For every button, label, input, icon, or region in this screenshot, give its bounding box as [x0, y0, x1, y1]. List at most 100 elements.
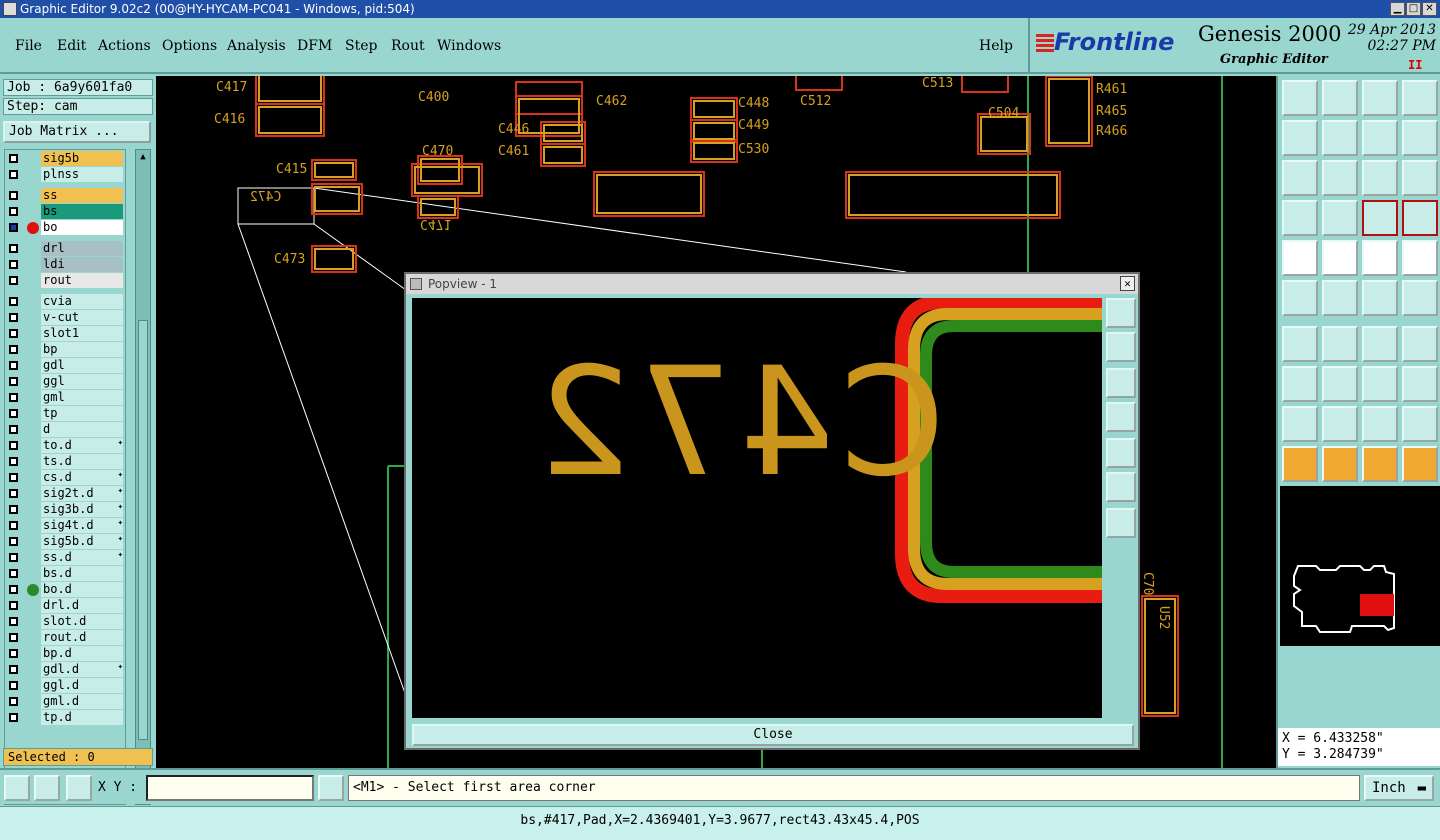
popview-pan-left-icon[interactable] — [1106, 402, 1136, 432]
zoom-area-icon[interactable] — [4, 775, 30, 801]
home-down-icon[interactable] — [1322, 80, 1358, 116]
ruler-icon[interactable] — [1362, 240, 1398, 276]
layer-checkbox[interactable] — [9, 170, 18, 179]
layer-row-gml.d[interactable]: gml.d — [5, 694, 125, 709]
zoom-center-icon[interactable] — [1322, 160, 1358, 196]
layer-row-drl.d[interactable]: drl.d — [5, 598, 125, 613]
menu-file[interactable]: File — [15, 38, 42, 54]
pointer-b-icon[interactable] — [1362, 446, 1398, 482]
layer-checkbox[interactable] — [9, 553, 18, 562]
layer-row-v-cut[interactable]: v-cut — [5, 310, 125, 325]
layer-checkbox[interactable] — [9, 276, 18, 285]
zoom-fit-icon[interactable] — [1282, 160, 1318, 196]
popview-pan-right-icon[interactable] — [1106, 438, 1136, 468]
layer-checkbox[interactable] — [9, 329, 18, 338]
menu-actions[interactable]: Actions — [98, 38, 151, 54]
pointer-box-icon[interactable] — [1322, 446, 1358, 482]
layer-checkbox[interactable] — [9, 457, 18, 466]
pointer-icon[interactable] — [1282, 446, 1318, 482]
pan-right-icon[interactable] — [1322, 120, 1358, 156]
layer-row-to.d[interactable]: to.d ✦ — [5, 438, 125, 453]
layer-checkbox[interactable] — [9, 617, 18, 626]
layers-b-icon[interactable] — [1402, 200, 1438, 236]
popview-close-button[interactable]: Close — [412, 724, 1134, 746]
layer-row-sig3b.d[interactable]: sig3b.d ✦ — [5, 502, 125, 517]
text-icon[interactable] — [1402, 326, 1438, 362]
angle-icon[interactable] — [1282, 326, 1318, 362]
layer-checkbox[interactable] — [9, 154, 18, 163]
scroll-thumb[interactable] — [138, 320, 148, 740]
layer-checkbox[interactable] — [9, 260, 18, 269]
popview-zoom-fit-icon[interactable] — [1106, 298, 1136, 328]
layer-checkbox[interactable] — [9, 191, 18, 200]
layer-row-bo[interactable]: bo — [5, 220, 125, 235]
popview-close-icon[interactable]: ✕ — [1120, 276, 1135, 291]
layer-checkbox[interactable] — [9, 441, 18, 450]
layer-row-sig5b[interactable]: sig5b — [5, 151, 125, 166]
layer-checkbox[interactable] — [9, 207, 18, 216]
route-icon[interactable] — [1402, 446, 1438, 482]
home-up-icon[interactable] — [1282, 80, 1318, 116]
layer-checkbox[interactable] — [9, 223, 18, 232]
layer-row-bo.d[interactable]: bo.d — [5, 582, 125, 597]
layer-row-bp[interactable]: bp — [5, 342, 125, 357]
menu-help[interactable]: Help — [979, 38, 1013, 54]
menu-rout[interactable]: Rout — [391, 38, 425, 54]
layer-row-sig5b.d[interactable]: sig5b.d ✦ — [5, 534, 125, 549]
layer-row-bs[interactable]: bs — [5, 204, 125, 219]
triangle-d-icon[interactable] — [1402, 406, 1438, 442]
layer-checkbox[interactable] — [9, 649, 18, 658]
layer-checkbox[interactable] — [9, 377, 18, 386]
popview-pan-down-icon[interactable] — [1106, 368, 1136, 398]
layer-row-ts.d[interactable]: ts.d — [5, 454, 125, 469]
pad-select-icon[interactable] — [1282, 366, 1318, 402]
layer-checkbox[interactable] — [9, 313, 18, 322]
layer-checkbox[interactable] — [9, 297, 18, 306]
cluster-icon[interactable] — [1402, 366, 1438, 402]
layer-row-sig2t.d[interactable]: sig2t.d ✦ — [5, 486, 125, 501]
layer-row-rout[interactable]: rout — [5, 273, 125, 288]
layer-row-bp.d[interactable]: bp.d — [5, 646, 125, 661]
layer-row-tp[interactable]: tp — [5, 406, 125, 421]
layer-row-drl[interactable]: drl — [5, 241, 125, 256]
layer-row-cs.d[interactable]: cs.d ✦ — [5, 470, 125, 485]
layer-checkbox[interactable] — [9, 697, 18, 706]
layer-checkbox[interactable] — [9, 393, 18, 402]
snap-grid-icon[interactable] — [66, 775, 92, 801]
layer-row-gml[interactable]: gml — [5, 390, 125, 405]
minimize-icon[interactable]: ▁ — [1390, 2, 1405, 16]
units-select[interactable]: Inch ▬ — [1364, 775, 1434, 801]
layer-checkbox[interactable] — [9, 244, 18, 253]
line-pad-2-icon[interactable] — [1402, 280, 1438, 316]
layer-scrollbar[interactable]: ▲ ▼ — [135, 149, 151, 805]
layer-row-plnss[interactable]: plnss — [5, 167, 125, 182]
layer-row-ss[interactable]: ss — [5, 188, 125, 203]
job-matrix-button[interactable]: Job Matrix ... — [3, 121, 151, 143]
layer-checkbox[interactable] — [9, 345, 18, 354]
maximize-icon[interactable]: □ — [1406, 2, 1421, 16]
board-overview[interactable] — [1280, 486, 1440, 646]
menu-options[interactable]: Options — [162, 38, 217, 54]
tools-icon[interactable] — [1282, 200, 1318, 236]
triangle-a-icon[interactable] — [1282, 406, 1318, 442]
popview-canvas[interactable]: C472 — [412, 298, 1102, 718]
mirror-icon[interactable] — [1402, 120, 1438, 156]
add-pad-icon[interactable] — [1282, 240, 1318, 276]
layer-checkbox[interactable] — [9, 425, 18, 434]
layer-row-bs.d[interactable]: bs.d — [5, 566, 125, 581]
slash-icon[interactable] — [1322, 326, 1358, 362]
xy-input[interactable] — [146, 775, 314, 801]
triangle-c-icon[interactable] — [1362, 406, 1398, 442]
circle-icon[interactable] — [1402, 240, 1438, 276]
arc-icon[interactable] — [1362, 326, 1398, 362]
layer-row-gdl[interactable]: gdl — [5, 358, 125, 373]
layer-checkbox[interactable] — [9, 521, 18, 530]
layer-row-sig4t.d[interactable]: sig4t.d ✦ — [5, 518, 125, 533]
menu-dfm[interactable]: DFM — [297, 38, 332, 54]
layer-checkbox[interactable] — [9, 681, 18, 690]
window-icon[interactable] — [1402, 80, 1438, 116]
layer-checkbox[interactable] — [9, 505, 18, 514]
layer-row-slot1[interactable]: slot1 — [5, 326, 125, 341]
layer-checkbox[interactable] — [9, 569, 18, 578]
layer-row-rout.d[interactable]: rout.d — [5, 630, 125, 645]
